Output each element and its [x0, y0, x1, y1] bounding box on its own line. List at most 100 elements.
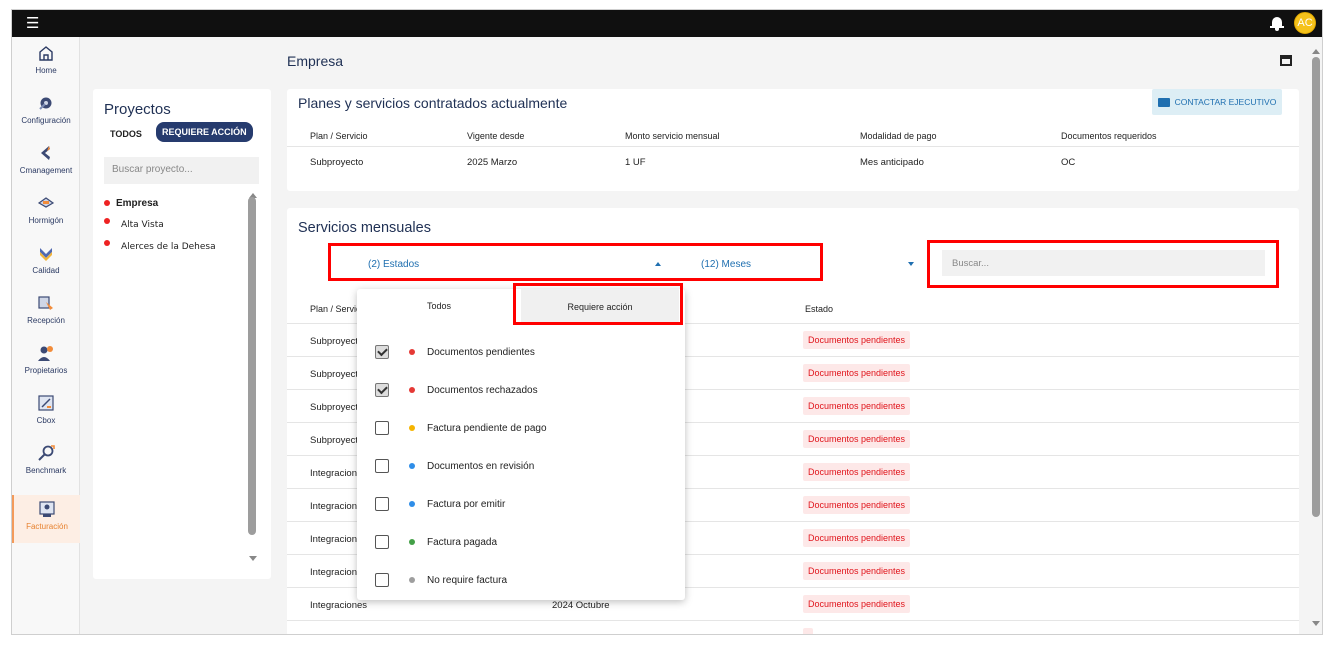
checkbox-checked-icon[interactable]: [375, 383, 389, 397]
estados-dropdown: Todos Requiere acción Documentos pendien…: [357, 283, 685, 600]
checkbox-checked-icon[interactable]: [375, 345, 389, 359]
project-item-alerces[interactable]: Alerces de la Dehesa: [104, 236, 244, 258]
sidebar-item-recepcion[interactable]: Recepción: [12, 289, 80, 337]
toggle-requires-action-button[interactable]: REQUIERE ACCIÓN: [156, 122, 253, 142]
option-label: Documentos rechazados: [427, 384, 538, 396]
table-row: Subproyecto 2025 Marzo 1 UF Mes anticipa…: [287, 151, 1299, 173]
services-title: Servicios mensuales: [298, 220, 431, 236]
sidebar-item-label: Hormigón: [28, 216, 64, 225]
benchmark-icon: [36, 443, 56, 463]
scroll-up-icon[interactable]: [1312, 49, 1320, 54]
sidebar-item-benchmark[interactable]: Benchmark: [12, 439, 80, 487]
table-cell: Subproyecto: [310, 435, 364, 446]
checkbox-icon[interactable]: [375, 497, 389, 511]
status-badge: Documentos pendientes: [803, 430, 911, 448]
status-dot: [104, 218, 110, 224]
app-window: ☰ AC Home Configuración Cmanagement Horm…: [11, 9, 1323, 635]
scroll-down-icon[interactable]: [1312, 621, 1320, 626]
column-header: Modalidad de pago: [860, 131, 937, 141]
project-search-input[interactable]: Buscar proyecto...: [104, 157, 259, 184]
project-label: Empresa: [116, 197, 159, 209]
project-item-empresa[interactable]: Empresa: [104, 192, 244, 214]
sidebar-item-facturacion[interactable]: Facturación: [12, 495, 80, 543]
status-dot: [409, 349, 415, 355]
scroll-down-icon[interactable]: [249, 556, 257, 561]
status-badge: Documentos pendientes: [803, 364, 911, 382]
option-label: Factura por emitir: [427, 498, 506, 510]
status-dot: [409, 501, 415, 507]
mail-icon: [1157, 97, 1170, 107]
top-actions: AC: [1270, 12, 1316, 34]
chevron-up-icon[interactable]: [655, 262, 661, 266]
option-label: No require factura: [427, 574, 508, 586]
status-badge: Documentos pendientes: [803, 496, 911, 514]
home-icon: [36, 43, 56, 63]
checkbox-icon[interactable]: [375, 459, 389, 473]
sidebar-item-label: Configuración: [21, 116, 71, 125]
status-badge: Documentos pendientes: [803, 331, 911, 349]
status-dot: [409, 463, 415, 469]
status-dot: [409, 577, 415, 583]
contact-executive-button[interactable]: CONTACTAR EJECUTIVO: [1152, 89, 1282, 115]
chevron-down-icon[interactable]: [908, 262, 914, 266]
column-header: Documentos requeridos: [1061, 131, 1157, 141]
sidebar-item-calidad[interactable]: Calidad: [12, 239, 80, 287]
project-list: Empresa Alta Vista Alerces de la Dehesa: [104, 192, 244, 258]
sidebar-item-home[interactable]: Home: [12, 39, 80, 87]
checkbox-icon[interactable]: [375, 421, 389, 435]
reception-icon: [36, 293, 56, 313]
status-option[interactable]: Documentos rechazados: [375, 380, 675, 400]
sidebar-item-hormigon[interactable]: Hormigón: [12, 189, 80, 237]
project-label: Alerces de la Dehesa: [121, 242, 216, 252]
table-cell: Subproyecto: [310, 336, 364, 347]
settings-icon: [36, 93, 56, 113]
plans-table-header: Plan / Servicio Vigente desde Monto serv…: [287, 125, 1299, 147]
checkbox-icon[interactable]: [375, 535, 389, 549]
table-cell: Subproyecto: [310, 157, 364, 168]
table-cell: 1 UF: [625, 157, 646, 168]
status-dot: [104, 200, 110, 206]
table-layout-icon[interactable]: [1280, 55, 1292, 66]
highlight-box-tab: [513, 283, 683, 325]
status-dot: [409, 425, 415, 431]
hamburger-icon[interactable]: ☰: [26, 15, 39, 32]
plans-title: Planes y servicios contratados actualmen…: [298, 95, 568, 111]
status-badge: Documentos pendientes: [803, 562, 911, 580]
tab-all[interactable]: Todos: [357, 289, 521, 329]
avatar[interactable]: AC: [1294, 12, 1316, 34]
checkbox-icon[interactable]: [375, 573, 389, 587]
status-option[interactable]: No require factura: [375, 570, 675, 590]
column-header: Estado: [805, 304, 834, 314]
table-cell: Subproyecto: [310, 402, 364, 413]
bell-icon[interactable]: [1270, 16, 1284, 31]
status-dot: [409, 539, 415, 545]
sidebar-item-propietarios[interactable]: Propietarios: [12, 339, 80, 387]
status-option[interactable]: Documentos pendientes: [375, 342, 675, 362]
status-option[interactable]: Factura por emitir: [375, 494, 675, 514]
estados-filter[interactable]: (2) Estados: [368, 259, 419, 270]
option-label: Factura pendiente de pago: [427, 422, 547, 434]
sidebar-item-label: Cbox: [36, 416, 56, 425]
sidebar-item-configuracion[interactable]: Configuración: [12, 89, 80, 137]
toggle-all-button[interactable]: TODOS: [104, 124, 148, 144]
meses-filter[interactable]: (12) Meses: [701, 259, 751, 270]
table-row[interactable]: [287, 622, 1299, 634]
table-cell: OC: [1061, 157, 1076, 168]
owners-icon: [36, 343, 56, 363]
project-item-alta-vista[interactable]: Alta Vista: [104, 214, 244, 236]
status-badge: Documentos pendientes: [803, 397, 911, 415]
table-cell: Subproyecto: [310, 369, 364, 380]
plans-card: Planes y servicios contratados actualmen…: [287, 89, 1299, 191]
sidebar-item-cmanagement[interactable]: Cmanagement: [12, 139, 80, 187]
sidebar-item-cbox[interactable]: Cbox: [12, 389, 80, 437]
page-scrollbar[interactable]: [1312, 57, 1320, 517]
status-option[interactable]: Factura pendiente de pago: [375, 418, 675, 438]
column-header: Monto servicio mensual: [625, 131, 720, 141]
project-list-scrollbar[interactable]: [248, 197, 256, 535]
services-search-input[interactable]: Buscar...: [942, 250, 1265, 276]
cmanagement-icon: [36, 143, 56, 163]
sidebar-item-label: Home: [35, 66, 57, 75]
status-option[interactable]: Documentos en revisión: [375, 456, 675, 476]
sidebar-item-label: Facturación: [26, 522, 68, 531]
status-option[interactable]: Factura pagada: [375, 532, 675, 552]
